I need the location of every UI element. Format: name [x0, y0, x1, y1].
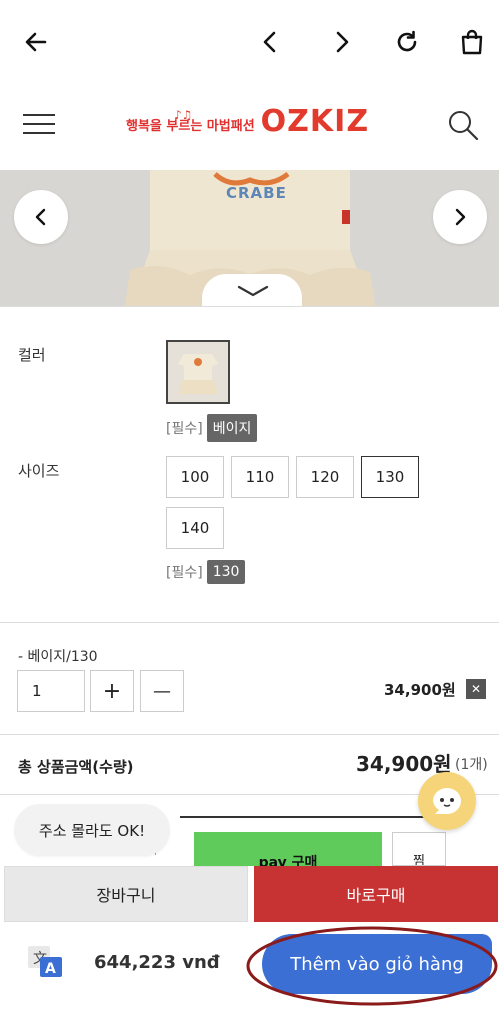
browser-toolbar [0, 0, 499, 86]
carousel-prev-button[interactable] [14, 190, 68, 244]
quantity-minus-button[interactable]: — [140, 670, 184, 712]
selected-color-tag: 베이지 [206, 414, 258, 442]
item-price: 34,900원 [384, 681, 456, 699]
selected-option-name: - 베이지/130 [18, 649, 98, 665]
site-header: 행복을 부르는 마법패션 OZKIZ ♪♫ [0, 86, 499, 170]
color-selection-row: [필수] 베이지 [166, 414, 258, 442]
quantity-input[interactable]: 1 [17, 670, 85, 712]
product-image-carousel[interactable]: CRABE [0, 170, 499, 306]
hamburger-icon[interactable] [22, 112, 56, 140]
size-option-100[interactable]: 100 [166, 456, 224, 498]
required-label: [필수] [166, 565, 203, 581]
color-swatch-thumbnail [168, 342, 228, 402]
address-tooltip-bubble[interactable]: 주소 몰라도 OK! [14, 804, 170, 856]
collapse-tab[interactable] [202, 274, 302, 306]
size-option-110[interactable]: 110 [231, 456, 289, 498]
npay-wish-button[interactable]: 찜 [392, 832, 446, 866]
required-label: [필수] [166, 421, 203, 437]
chevron-down-icon [237, 285, 269, 297]
size-option-140[interactable]: 140 [166, 507, 224, 549]
npay-label: pay 구매 [258, 855, 318, 866]
chevron-left-icon [35, 208, 46, 226]
chevron-right-icon [455, 208, 466, 226]
color-label: 컬러 [18, 346, 46, 364]
size-label: 사이즈 [18, 462, 60, 480]
shirt-print-text: CRABE [226, 184, 287, 202]
size-option-130[interactable]: 130 [361, 456, 419, 498]
music-notes-icon: ♪♫ [174, 108, 193, 122]
svg-text:A: A [45, 961, 56, 977]
chatbot-face-icon [433, 788, 461, 814]
translate-icon[interactable]: 文 A [26, 944, 66, 984]
total-count: (1개) [455, 757, 488, 773]
npay-buy-button[interactable]: pay 구매 [194, 832, 382, 866]
divider [0, 622, 499, 623]
reload-icon[interactable] [389, 24, 425, 60]
buy-now-button[interactable]: 바로구매 [254, 866, 498, 922]
chat-button[interactable] [418, 772, 476, 830]
shopping-bag-icon[interactable] [454, 24, 490, 60]
total-label: 총 상품금액(수량) [18, 758, 134, 776]
chevron-right-icon[interactable] [324, 24, 360, 60]
chevron-left-icon[interactable] [252, 24, 288, 60]
color-option-beige[interactable] [166, 340, 230, 404]
divider [0, 306, 499, 307]
npay-wish-label: 찜 [413, 854, 425, 866]
arrow-left-icon[interactable] [18, 24, 54, 60]
selected-size-tag: 130 [206, 560, 246, 584]
highlight-ellipse [246, 926, 498, 1006]
logo-brand: OZKIZ [260, 104, 370, 139]
npay-divider [180, 816, 430, 818]
size-option-120[interactable]: 120 [296, 456, 354, 498]
remove-item-button[interactable]: ✕ [466, 679, 486, 699]
divider [0, 734, 499, 735]
search-icon[interactable] [446, 108, 480, 146]
cart-button[interactable]: 장바구니 [4, 866, 248, 922]
site-logo[interactable]: 행복을 부르는 마법패션 OZKIZ [126, 104, 369, 139]
carousel-next-button[interactable] [433, 190, 487, 244]
quantity-plus-button[interactable]: + [90, 670, 134, 712]
size-selection-row: [필수] 130 [166, 560, 246, 584]
converted-price: 644,223 vnđ [94, 952, 220, 973]
